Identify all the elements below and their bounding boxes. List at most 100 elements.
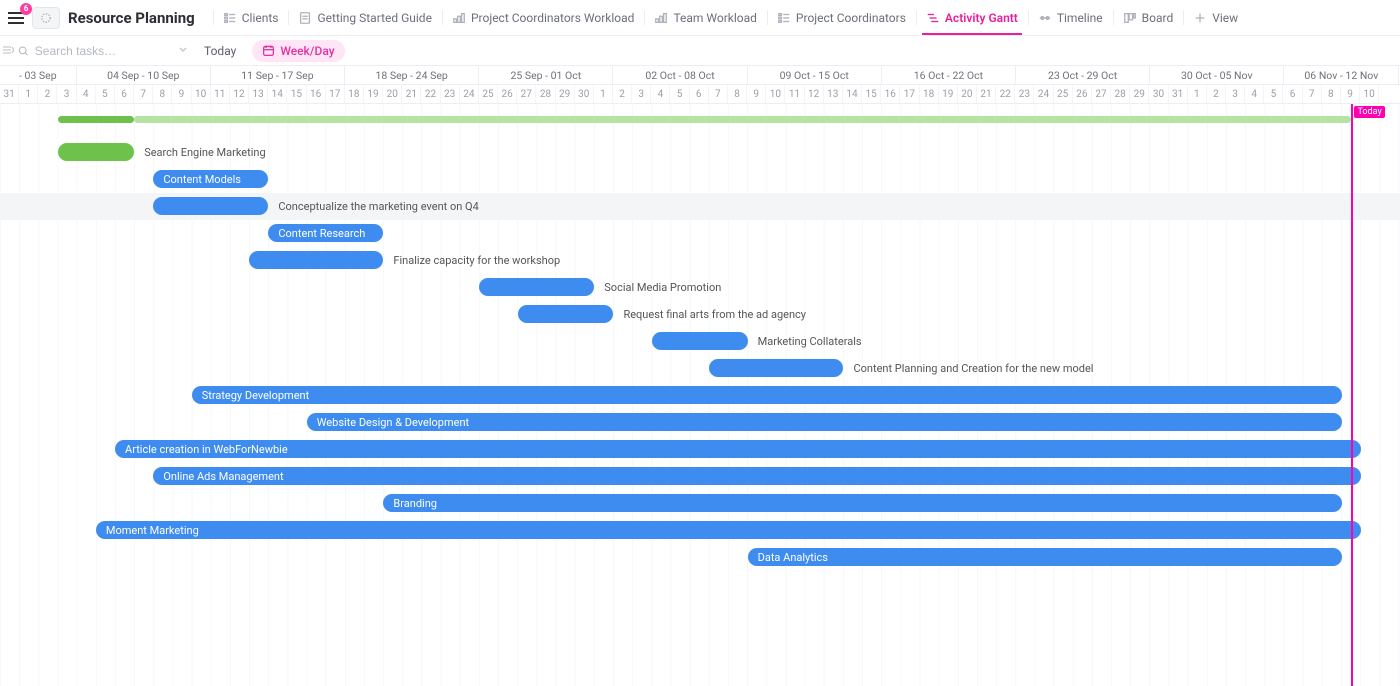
tab-view[interactable]: View — [1183, 0, 1248, 35]
day-header[interactable]: 6 — [1283, 85, 1302, 103]
day-header[interactable]: 29 — [1130, 85, 1149, 103]
day-header[interactable]: 9 — [747, 85, 766, 103]
day-header[interactable]: 30 — [1149, 85, 1168, 103]
summary-bar[interactable] — [58, 116, 135, 123]
week-header[interactable]: 11 Sep - 17 Sep — [211, 66, 345, 84]
day-header[interactable]: 4 — [651, 85, 670, 103]
day-header[interactable]: 10 — [1360, 85, 1379, 103]
week-header[interactable]: 18 Sep - 24 Sep — [345, 66, 479, 84]
week-header[interactable]: 16 Oct - 22 Oct — [882, 66, 1016, 84]
day-header[interactable]: 14 — [843, 85, 862, 103]
gantt-bar[interactable]: Content Models — [153, 170, 268, 188]
day-header[interactable]: 4 — [77, 85, 96, 103]
tab-clients[interactable]: Clients — [213, 0, 289, 35]
day-header[interactable]: 14 — [268, 85, 287, 103]
day-header[interactable]: 20 — [958, 85, 977, 103]
day-header[interactable]: 7 — [134, 85, 153, 103]
gantt-bar[interactable] — [58, 143, 135, 161]
day-header[interactable]: 21 — [402, 85, 421, 103]
day-header[interactable]: 9 — [172, 85, 191, 103]
tab-activity-gantt[interactable]: Activity Gantt — [916, 0, 1028, 35]
day-header[interactable]: 29 — [556, 85, 575, 103]
day-header[interactable]: 11 — [785, 85, 804, 103]
day-header[interactable]: 8 — [153, 85, 172, 103]
day-header[interactable]: 20 — [383, 85, 402, 103]
gantt-bar[interactable]: Data Analytics — [748, 548, 1342, 566]
tab-timeline[interactable]: Timeline — [1028, 0, 1113, 35]
week-header[interactable]: - 03 Sep — [0, 66, 77, 84]
tab-project-coordinators[interactable]: Project Coordinators — [767, 0, 916, 35]
day-header[interactable]: 13 — [249, 85, 268, 103]
day-header[interactable]: 26 — [1073, 85, 1092, 103]
day-header[interactable]: 18 — [920, 85, 939, 103]
search-dropdown-icon[interactable] — [178, 44, 188, 58]
day-header[interactable]: 15 — [862, 85, 881, 103]
gantt-chart[interactable]: Search Engine MarketingContent ModelsCon… — [0, 104, 1400, 686]
day-header[interactable]: 21 — [977, 85, 996, 103]
day-header[interactable]: 5 — [670, 85, 689, 103]
gantt-bar[interactable]: Website Design & Development — [307, 413, 1342, 431]
day-header[interactable]: 28 — [1111, 85, 1130, 103]
day-header[interactable]: 6 — [115, 85, 134, 103]
gantt-bar[interactable]: Online Ads Management — [153, 467, 1361, 485]
project-icon[interactable] — [32, 7, 60, 29]
day-header[interactable]: 2 — [613, 85, 632, 103]
day-header[interactable]: 27 — [517, 85, 536, 103]
day-header[interactable]: 22 — [421, 85, 440, 103]
day-header[interactable]: 18 — [345, 85, 364, 103]
day-header[interactable]: 2 — [1207, 85, 1226, 103]
day-header[interactable]: 16 — [307, 85, 326, 103]
day-header[interactable]: 3 — [57, 85, 76, 103]
day-header[interactable]: 12 — [805, 85, 824, 103]
summary-bar[interactable] — [134, 116, 1351, 123]
day-header[interactable]: 27 — [1092, 85, 1111, 103]
day-header[interactable]: 8 — [1322, 85, 1341, 103]
day-header[interactable]: 19 — [364, 85, 383, 103]
day-header[interactable]: 31 — [0, 85, 19, 103]
day-header[interactable]: 28 — [536, 85, 555, 103]
week-header[interactable]: 23 Oct - 29 Oct — [1016, 66, 1150, 84]
day-header[interactable]: 3 — [632, 85, 651, 103]
day-header[interactable]: 10 — [192, 85, 211, 103]
gantt-bar[interactable]: Strategy Development — [192, 386, 1342, 404]
day-header[interactable]: 22 — [996, 85, 1015, 103]
day-header[interactable]: 25 — [479, 85, 498, 103]
gantt-bar[interactable]: Moment Marketing — [96, 521, 1361, 539]
week-header[interactable]: 02 Oct - 08 Oct — [613, 66, 747, 84]
day-header[interactable]: 23 — [441, 85, 460, 103]
day-header[interactable]: 1 — [594, 85, 613, 103]
tab-team-workload[interactable]: Team Workload — [644, 0, 766, 35]
day-header[interactable]: 2 — [38, 85, 57, 103]
day-header[interactable]: 23 — [1015, 85, 1034, 103]
expand-panel-icon[interactable] — [2, 44, 14, 59]
week-header[interactable]: 09 Oct - 15 Oct — [748, 66, 882, 84]
day-header[interactable]: 9 — [1341, 85, 1360, 103]
tab-getting-started-guide[interactable]: Getting Started Guide — [288, 0, 441, 35]
day-header[interactable]: 3 — [1226, 85, 1245, 103]
day-header[interactable]: 8 — [728, 85, 747, 103]
gantt-bar[interactable] — [479, 278, 594, 296]
day-header[interactable]: 17 — [900, 85, 919, 103]
week-header[interactable]: 25 Sep - 01 Oct — [479, 66, 613, 84]
day-header[interactable]: 17 — [326, 85, 345, 103]
menu-button[interactable]: 6 — [6, 7, 28, 29]
gantt-bar[interactable] — [652, 332, 748, 350]
day-header[interactable]: 19 — [939, 85, 958, 103]
today-button[interactable]: Today — [198, 44, 242, 58]
day-header[interactable]: 16 — [881, 85, 900, 103]
day-header[interactable]: 30 — [575, 85, 594, 103]
day-header[interactable]: 24 — [460, 85, 479, 103]
day-header[interactable]: 13 — [824, 85, 843, 103]
gantt-bar[interactable]: Branding — [383, 494, 1342, 512]
day-header[interactable]: 7 — [709, 85, 728, 103]
gantt-bar[interactable] — [709, 359, 843, 377]
day-header[interactable]: 11 — [211, 85, 230, 103]
week-header[interactable]: 06 Nov - 12 Nov — [1284, 66, 1399, 84]
gantt-bar[interactable]: Content Research — [268, 224, 383, 242]
day-header[interactable]: 5 — [96, 85, 115, 103]
search-field[interactable] — [18, 43, 168, 59]
range-selector[interactable]: Week/Day — [252, 40, 344, 62]
day-header[interactable]: 15 — [287, 85, 306, 103]
day-header[interactable]: 12 — [230, 85, 249, 103]
gantt-bar[interactable] — [153, 197, 268, 215]
